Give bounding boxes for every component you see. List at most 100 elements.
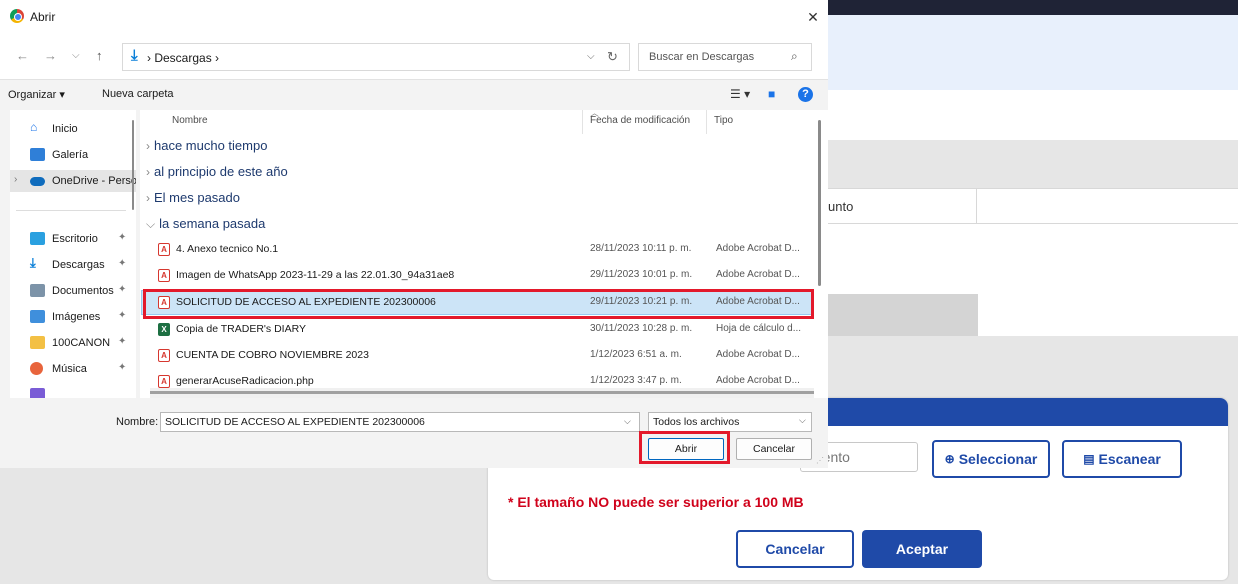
search-input[interactable]: Buscar en Descargas ⌕ xyxy=(638,43,812,71)
dialog-title: Abrir xyxy=(30,10,56,24)
sidebar-item-onedrive[interactable]: › OneDrive - Perso xyxy=(10,170,136,192)
page-grey-section xyxy=(828,140,1238,190)
sidebar-item-documentos[interactable]: Documentos ✦ xyxy=(10,280,136,302)
group-header[interactable]: › al principio de este año xyxy=(146,164,288,179)
sidebar-item-descargas[interactable]: ⤓ Descargas ✦ xyxy=(10,254,136,276)
file-type: Adobe Acrobat D... xyxy=(716,375,800,386)
open-button[interactable]: Abrir xyxy=(648,438,724,460)
column-header-date[interactable]: Fecha de modificación xyxy=(590,110,690,134)
sidebar-item-galeria[interactable]: Galería xyxy=(10,144,136,166)
sidebar-item-inicio[interactable]: ⌂ Inicio xyxy=(10,118,136,140)
sidebar-item-label: Descargas xyxy=(52,259,105,271)
filename-input[interactable]: SOLICITUD DE ACCESO AL EXPEDIENTE 202300… xyxy=(160,412,640,432)
recent-locations-chevron-icon[interactable]: ⌵ xyxy=(72,50,80,61)
file-type: Adobe Acrobat D... xyxy=(716,296,800,307)
column-divider[interactable] xyxy=(706,110,707,134)
scan-button[interactable]: ▤ Escanear xyxy=(1062,440,1182,478)
onedrive-icon xyxy=(30,177,45,186)
view-options-icon[interactable]: ☰ ▾ xyxy=(730,87,750,101)
modal-cancel-label: Cancelar xyxy=(765,541,825,557)
forward-arrow-icon[interactable]: → xyxy=(44,48,57,63)
select-file-button[interactable]: ⊕ Seleccionar xyxy=(932,440,1050,478)
chevron-down-icon[interactable]: ⌵ xyxy=(624,416,631,427)
file-name: Copia de TRADER's DIARY xyxy=(176,323,306,335)
search-icon: ⌕ xyxy=(791,49,798,63)
download-icon: ⤓ xyxy=(131,47,138,64)
address-bar[interactable]: ⤓ › Descargas › ⌵ ↻ xyxy=(122,43,630,71)
modal-accept-label: Aceptar xyxy=(895,541,949,557)
sidebar-item-imagenes[interactable]: Imágenes ✦ xyxy=(10,306,136,328)
scanner-icon: ▤ xyxy=(1083,452,1095,466)
chevron-right-icon: › xyxy=(146,139,150,153)
group-header[interactable]: › El mes pasado xyxy=(146,190,240,205)
file-row[interactable]: X Copia de TRADER's DIARY 30/11/2023 10:… xyxy=(142,318,812,341)
resize-grip-icon[interactable]: ⋰ xyxy=(816,456,824,465)
file-list-scrollbar[interactable] xyxy=(818,120,821,286)
filename-label: Nombre: xyxy=(116,416,159,428)
download-icon: ⤓ xyxy=(30,255,36,270)
desktop-icon xyxy=(30,232,45,245)
dialog-titlebar: Abrir ✕ xyxy=(0,0,828,34)
sidebar-item-label: Música xyxy=(52,363,87,375)
sidebar-divider xyxy=(16,210,126,211)
file-row[interactable]: A CUENTA DE COBRO NOVIEMBRE 2023 1/12/20… xyxy=(142,344,812,367)
sidebar-item-label: Documentos xyxy=(52,285,114,297)
folder-icon xyxy=(30,336,45,349)
file-row[interactable]: A Imagen de WhatsApp 2023-11-29 a las 22… xyxy=(142,264,812,287)
page-white-section xyxy=(828,90,1238,140)
file-type-filter[interactable]: Todos los archivos ⌵ xyxy=(648,412,812,432)
pin-icon: ✦ xyxy=(118,284,127,295)
cancel-button[interactable]: Cancelar xyxy=(736,438,812,460)
preview-pane-icon[interactable]: ■ xyxy=(768,87,775,101)
file-date: 1/12/2023 3:47 p. m. xyxy=(590,375,682,386)
modal-accept-button[interactable]: Aceptar xyxy=(862,530,982,568)
chevron-down-icon[interactable]: ⌵ xyxy=(587,51,595,62)
pin-icon: ✦ xyxy=(118,258,127,269)
pdf-file-icon: A xyxy=(158,349,170,362)
file-date: 1/12/2023 6:51 a. m. xyxy=(590,349,682,360)
help-icon[interactable]: ? xyxy=(798,87,813,102)
modal-cancel-button[interactable]: Cancelar xyxy=(736,530,854,568)
back-arrow-icon[interactable]: ← xyxy=(16,48,29,63)
navigation-scrollbar[interactable] xyxy=(132,120,134,210)
file-row-selected[interactable]: A SOLICITUD DE ACCESO AL EXPEDIENTE 2023… xyxy=(141,290,813,315)
up-arrow-icon[interactable]: ↑ xyxy=(96,48,103,63)
sidebar-item-escritorio[interactable]: Escritorio ✦ xyxy=(10,228,136,250)
table-row xyxy=(818,224,1238,294)
chevron-down-icon: ⌵ xyxy=(146,217,156,231)
file-name: SOLICITUD DE ACCESO AL EXPEDIENTE 202300… xyxy=(176,296,436,308)
chevron-right-icon[interactable]: › xyxy=(14,174,17,185)
refresh-icon[interactable]: ↻ xyxy=(607,49,618,65)
pdf-file-icon: A xyxy=(158,269,170,282)
group-header[interactable]: ⌵ la semana pasada xyxy=(146,216,265,232)
sidebar-item-label: Escritorio xyxy=(52,233,98,245)
sidebar-item-musica[interactable]: Música ✦ xyxy=(10,358,136,380)
pdf-file-icon: A xyxy=(158,296,170,309)
select-file-label: Seleccionar xyxy=(958,451,1038,467)
close-icon[interactable]: ✕ xyxy=(800,5,826,29)
new-folder-button[interactable]: Nueva carpeta xyxy=(102,88,174,100)
column-header-name[interactable]: Nombre xyxy=(172,110,208,134)
file-type: Adobe Acrobat D... xyxy=(716,269,800,280)
home-icon: ⌂ xyxy=(30,120,38,134)
file-date: 29/11/2023 10:21 p. m. xyxy=(590,296,693,307)
file-name: generarAcuseRadicacion.php xyxy=(176,375,314,387)
filter-value: Todos los archivos xyxy=(653,416,740,428)
chevron-right-icon: › xyxy=(146,165,150,179)
group-label: la semana pasada xyxy=(159,216,266,231)
sidebar-item-label: Imágenes xyxy=(52,311,101,323)
page-banner xyxy=(828,15,1238,90)
scrollbar-thumb[interactable] xyxy=(150,391,814,394)
sidebar-item-100canon[interactable]: 100CANON ✦ xyxy=(10,332,136,354)
table-header: unto xyxy=(818,188,1238,224)
column-divider[interactable] xyxy=(582,110,583,134)
organize-menu[interactable]: Organizar ▾ xyxy=(8,88,65,101)
file-row[interactable]: A 4. Anexo tecnico No.1 28/11/2023 10:11… xyxy=(142,238,812,261)
breadcrumb-path[interactable]: Descargas › xyxy=(154,51,219,65)
column-header-type[interactable]: Tipo xyxy=(714,110,733,134)
column-divider xyxy=(976,189,977,223)
sidebar-item-partial[interactable] xyxy=(10,384,136,398)
horizontal-scrollbar[interactable] xyxy=(150,388,814,398)
group-header[interactable]: › hace mucho tiempo xyxy=(146,138,267,153)
group-label: al principio de este año xyxy=(154,164,288,179)
